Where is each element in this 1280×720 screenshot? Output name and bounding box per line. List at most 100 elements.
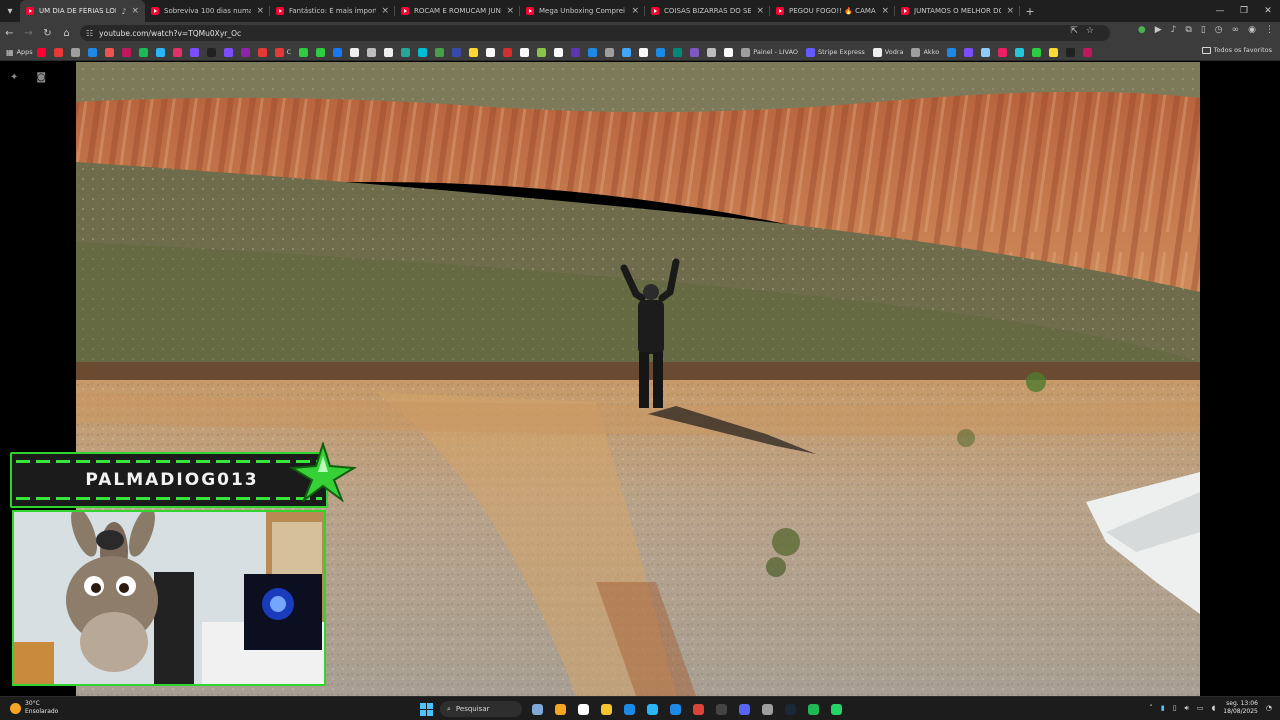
bookmark-item[interactable]	[639, 46, 649, 59]
reload-icon[interactable]: ↻	[38, 22, 57, 44]
back-icon[interactable]: ←	[0, 22, 19, 44]
bookmark-item[interactable]	[121, 46, 131, 59]
bookmark-item[interactable]	[53, 46, 63, 59]
network-icon[interactable]: ▭	[1197, 704, 1204, 712]
bookmark-item[interactable]	[588, 46, 598, 59]
calculator-icon[interactable]	[713, 701, 729, 717]
bookmark-item[interactable]	[622, 46, 632, 59]
bookmark-item[interactable]	[673, 46, 683, 59]
forward-icon[interactable]: →	[19, 22, 38, 44]
audio-playing-icon[interactable]: ♪	[121, 7, 126, 16]
bookmark-item[interactable]	[981, 46, 991, 59]
outlook-icon[interactable]	[621, 701, 637, 717]
browser-tab[interactable]: JUNTAMOS O MELHOR DO BO ×	[895, 0, 1020, 22]
close-tab-icon[interactable]: ×	[881, 6, 889, 16]
close-tab-icon[interactable]: ×	[631, 6, 639, 16]
camera-icon[interactable]: ◙	[36, 72, 46, 83]
store-icon[interactable]	[644, 701, 660, 717]
bookmark-item[interactable]	[724, 46, 734, 59]
bookmark-item[interactable]	[435, 46, 445, 59]
bookmark-item[interactable]	[257, 46, 267, 59]
bookmark-item[interactable]	[605, 46, 615, 59]
tab-search-icon[interactable]: ▾	[0, 0, 20, 22]
bookmark-item[interactable]	[70, 46, 80, 59]
bookmark-item[interactable]	[707, 46, 717, 59]
bookmark-item[interactable]	[503, 46, 513, 59]
battery-icon[interactable]: ▯	[1173, 704, 1177, 712]
sidepanel-icon[interactable]: ▯	[1201, 25, 1206, 35]
bookmark-item[interactable]	[1015, 46, 1025, 59]
bookmark-item[interactable]	[36, 46, 46, 59]
widgets-icon[interactable]	[529, 701, 545, 717]
all-bookmarks-button[interactable]: Todos os favoritos	[1201, 46, 1272, 54]
bookmark-item[interactable]	[350, 46, 360, 59]
file-icon[interactable]	[575, 701, 591, 717]
discord-icon[interactable]	[736, 701, 752, 717]
close-tab-icon[interactable]: ×	[131, 6, 139, 16]
home-icon[interactable]: ⌂	[57, 22, 76, 44]
browser-tab[interactable]: Fantástico: É mais importante ×	[270, 0, 395, 22]
close-tab-icon[interactable]: ×	[381, 6, 389, 16]
spotify-icon[interactable]	[805, 701, 821, 717]
bookmark-apps[interactable]: ▦ Apps	[6, 46, 33, 59]
browser-tab[interactable]: Sobreviva 100 dias numa prisã ×	[145, 0, 270, 22]
bookmark-item[interactable]	[964, 46, 974, 59]
bookmark-item[interactable]	[1066, 46, 1076, 59]
bookmark-item[interactable]	[384, 46, 394, 59]
bookmark-item[interactable]	[104, 46, 114, 59]
close-tab-icon[interactable]: ×	[256, 6, 264, 16]
bookmark-item[interactable]	[223, 46, 233, 59]
extension-sound-icon[interactable]: ♪	[1171, 25, 1177, 35]
bookmark-item[interactable]	[155, 46, 165, 59]
notification-icon[interactable]: ◔	[1266, 704, 1272, 712]
volume-icon[interactable]: 🔊︎	[1185, 704, 1189, 713]
bookmark-item[interactable]	[452, 46, 462, 59]
extension-play-icon[interactable]: ▶	[1155, 25, 1162, 35]
bookmark-item[interactable]	[240, 46, 250, 59]
bookmark-item[interactable]	[333, 46, 343, 59]
magic-wand-icon[interactable]: ✦	[10, 72, 18, 83]
browser-tab[interactable]: Mega Unboxing Comprei Vário ×	[520, 0, 645, 22]
bookmark-item[interactable]	[206, 46, 216, 59]
bookmark-item[interactable]: Vodra	[872, 46, 903, 59]
bookmark-item[interactable]	[172, 46, 182, 59]
bookmark-item[interactable]: C	[274, 46, 291, 59]
bookmark-item[interactable]	[998, 46, 1008, 59]
clock[interactable]: seg. 13:06 18/08/2025	[1223, 700, 1258, 716]
glasses-icon[interactable]: ∞	[1232, 25, 1240, 35]
close-tab-icon[interactable]: ×	[756, 6, 764, 16]
bookmark-item[interactable]	[554, 46, 564, 59]
restore-icon[interactable]: ❐	[1232, 0, 1256, 22]
bookmark-item[interactable]	[1032, 46, 1042, 59]
browser-tab[interactable]: UM DIA DE FÉRIAS LONGE ♪ ×	[20, 0, 145, 22]
bookmark-item[interactable]	[571, 46, 581, 59]
history-icon[interactable]: ◷	[1215, 25, 1223, 35]
start-button[interactable]	[420, 702, 433, 716]
extension-green-icon[interactable]: ●	[1138, 25, 1146, 35]
bookmark-item[interactable]	[316, 46, 326, 59]
chrome-icon[interactable]	[690, 701, 706, 717]
weather-widget[interactable]: 30°C Ensolarado	[10, 700, 58, 716]
bookmark-item[interactable]	[947, 46, 957, 59]
browser-tab[interactable]: PEGOU FOGO!! 🔥 CAMARIM ×	[770, 0, 895, 22]
bookmark-item[interactable]	[469, 46, 479, 59]
bookmark-item[interactable]	[299, 46, 309, 59]
open-in-app-icon[interactable]: ⇱	[1070, 26, 1078, 36]
close-tab-icon[interactable]: ×	[1006, 6, 1014, 16]
bookmark-item[interactable]: Painel - LIVAO	[741, 46, 798, 59]
bookmark-item[interactable]	[367, 46, 377, 59]
copilot-icon[interactable]	[552, 701, 568, 717]
bookmark-star-icon[interactable]: ☆	[1086, 26, 1094, 36]
bookmark-item[interactable]	[520, 46, 530, 59]
bookmark-item[interactable]	[1049, 46, 1059, 59]
bookmark-item[interactable]	[1083, 46, 1093, 59]
close-tab-icon[interactable]: ×	[506, 6, 514, 16]
steam-icon[interactable]	[782, 701, 798, 717]
tray-chevron-icon[interactable]: ˄	[1149, 704, 1153, 712]
bookmark-item[interactable]	[486, 46, 496, 59]
bookmark-item[interactable]	[87, 46, 97, 59]
menu-dots-icon[interactable]: ⋮	[1265, 25, 1274, 35]
bookmark-item[interactable]: Akko	[911, 46, 939, 59]
bookmark-item[interactable]	[418, 46, 428, 59]
bookmark-item[interactable]	[537, 46, 547, 59]
